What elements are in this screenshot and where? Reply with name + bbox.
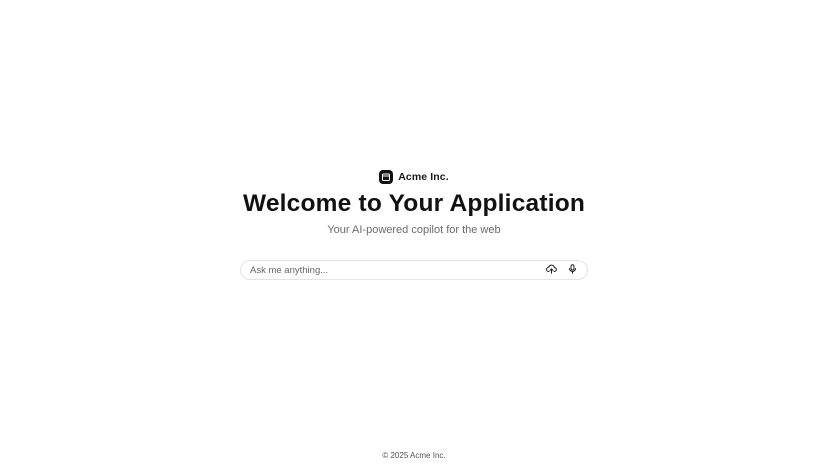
brand: Acme Inc. — [0, 170, 828, 184]
page: Acme Inc. Welcome to Your Application Yo… — [0, 0, 828, 474]
footer-copyright: © 2025 Acme Inc. — [382, 451, 446, 460]
upload-button[interactable] — [543, 262, 559, 278]
voice-input-button[interactable] — [564, 262, 580, 278]
search-input[interactable] — [241, 262, 543, 278]
search-bar — [240, 260, 588, 280]
page-subtitle: Your AI-powered copilot for the web — [327, 224, 501, 236]
brand-name: Acme Inc. — [398, 171, 449, 183]
page-title: Welcome to Your Application — [242, 190, 586, 217]
window-icon — [379, 170, 394, 184]
cloud-upload-icon — [545, 261, 557, 279]
microphone-icon — [568, 261, 577, 279]
